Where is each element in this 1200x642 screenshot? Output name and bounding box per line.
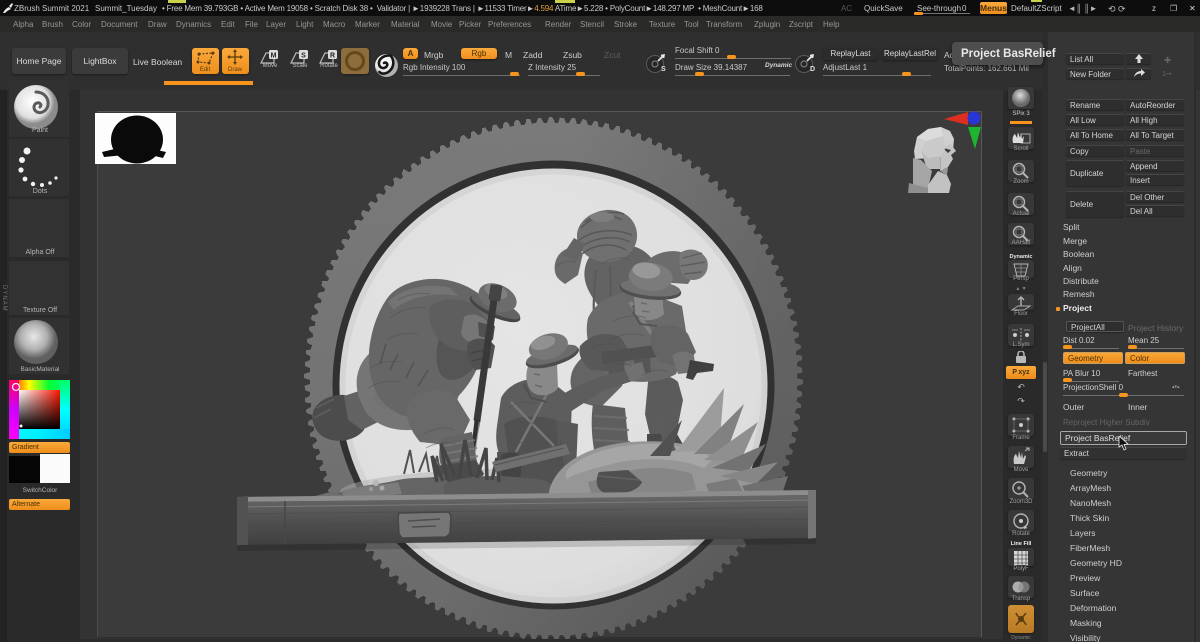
svg-text:S: S (661, 66, 666, 73)
svg-text:D: D (810, 66, 815, 73)
svg-text:Edit: Edit (200, 67, 211, 73)
svg-text:R: R (330, 53, 335, 60)
svg-text:Draw: Draw (228, 67, 243, 73)
svg-text:M: M (271, 53, 277, 60)
svg-text:S: S (301, 53, 306, 60)
